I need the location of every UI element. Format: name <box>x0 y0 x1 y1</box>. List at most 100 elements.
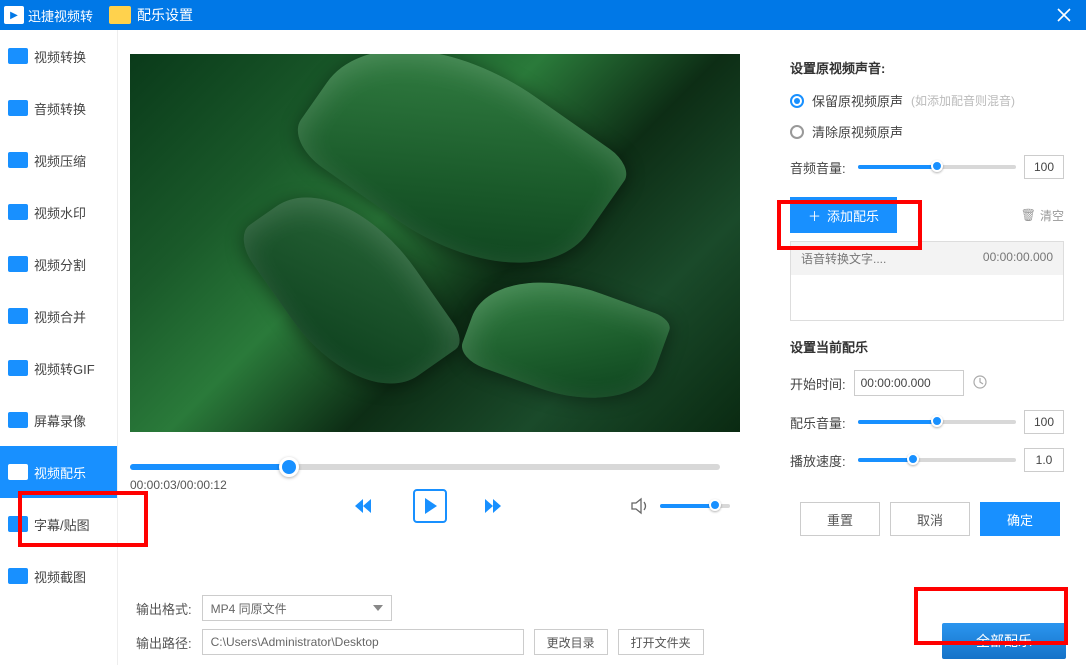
video-preview[interactable] <box>130 54 740 432</box>
sidebar-item-label: 视频合并 <box>34 307 86 326</box>
next-button[interactable] <box>483 497 507 515</box>
sidebar-item-label: 视频截图 <box>34 567 86 586</box>
sidebar-item-video-compress[interactable]: 视频压缩 <box>0 134 117 186</box>
sidebar-item-screenshot[interactable]: 视频截图 <box>0 550 117 602</box>
radio-clear-label: 清除原视频原声 <box>812 122 903 141</box>
output-path-label: 输出路径: <box>136 633 192 652</box>
play-speed-slider[interactable] <box>858 458 1016 462</box>
music-volume-label: 配乐音量: <box>790 413 850 432</box>
record-icon <box>8 412 28 428</box>
sidebar-item-watermark[interactable]: 视频水印 <box>0 186 117 238</box>
sidebar-item-label: 视频压缩 <box>34 151 86 170</box>
change-dir-button[interactable]: 更改目录 <box>534 629 608 655</box>
sidebar-item-label: 音频转换 <box>34 99 86 118</box>
music-icon <box>8 464 28 480</box>
volume-thumb[interactable] <box>709 499 721 511</box>
merge-icon <box>8 308 28 324</box>
sidebar-item-label: 屏幕录像 <box>34 411 86 430</box>
sidebar-item-audio-convert[interactable]: 音频转换 <box>0 82 117 134</box>
sidebar-item-label: 视频转GIF <box>34 359 95 378</box>
output-path-value: C:\Users\Administrator\Desktop <box>211 635 379 649</box>
subtitle-icon <box>8 516 28 532</box>
sidebar-item-record[interactable]: 屏幕录像 <box>0 394 117 446</box>
radio-clear-audio[interactable]: 清除原视频原声 <box>790 122 1064 141</box>
radio-keep-audio[interactable]: 保留原视频原声 (如添加配音则混音) <box>790 91 1064 110</box>
dialog-icon <box>109 6 131 24</box>
dialog-title: 配乐设置 <box>137 5 193 25</box>
app-name: 迅捷视频转 <box>28 6 93 25</box>
music-volume-value[interactable]: 100 <box>1024 410 1064 434</box>
section-current-music: 设置当前配乐 <box>790 337 1064 356</box>
list-item[interactable]: 语音转换文字.... 00:00:00.000 <box>791 242 1063 275</box>
next-icon <box>483 497 507 515</box>
audio-volume-slider[interactable] <box>858 165 1016 169</box>
sidebar-item-label: 视频分割 <box>34 255 86 274</box>
history-icon <box>972 374 988 390</box>
output-format-select[interactable]: MP4 同原文件 <box>202 595 392 621</box>
list-item-time: 00:00:00.000 <box>983 250 1053 267</box>
sidebar-item-subtitle[interactable]: 字幕/贴图 <box>0 498 117 550</box>
audio-icon <box>8 100 28 116</box>
sidebar-item-label: 视频水印 <box>34 203 86 222</box>
speaker-icon <box>630 497 650 515</box>
section-original-audio: 设置原视频声音: <box>790 58 1064 77</box>
sidebar-item-music[interactable]: 视频配乐 <box>0 446 117 498</box>
sidebar-item-video-convert[interactable]: 视频转换 <box>0 30 117 82</box>
play-icon <box>423 498 437 514</box>
chevron-down-icon <box>373 605 383 611</box>
mute-button[interactable] <box>630 497 650 515</box>
add-music-label: 添加配乐 <box>827 206 879 225</box>
sidebar-item-split[interactable]: 视频分割 <box>0 238 117 290</box>
split-icon <box>8 256 28 272</box>
open-dir-button[interactable]: 打开文件夹 <box>618 629 704 655</box>
audio-volume-label: 音频音量: <box>790 158 850 177</box>
prev-button[interactable] <box>353 497 377 515</box>
close-button[interactable] <box>1042 0 1086 30</box>
settings-panel: 设置原视频声音: 保留原视频原声 (如添加配音则混音) 清除原视频原声 音频音量… <box>782 30 1086 665</box>
output-format-label: 输出格式: <box>136 599 192 618</box>
progress-slider[interactable] <box>130 464 720 470</box>
slider-thumb[interactable] <box>907 453 919 465</box>
reset-button[interactable]: 重置 <box>800 502 880 536</box>
play-button[interactable] <box>413 489 447 523</box>
sidebar-item-gif[interactable]: 视频转GIF <box>0 342 117 394</box>
app-icon: ▶ <box>4 6 24 24</box>
radio-keep-hint: (如添加配音则混音) <box>911 92 1015 109</box>
start-time-input[interactable]: 00:00:00.000 <box>854 370 964 396</box>
clear-list-button[interactable]: 🗑 清空 <box>1021 207 1064 224</box>
confirm-button[interactable]: 确定 <box>980 502 1060 536</box>
radio-keep-label: 保留原视频原声 <box>812 91 903 110</box>
gif-icon <box>8 360 28 376</box>
add-music-button[interactable]: ＋ 添加配乐 <box>790 197 897 233</box>
sidebar-item-label: 字幕/贴图 <box>34 515 90 534</box>
slider-thumb[interactable] <box>931 160 943 172</box>
reset-time-button[interactable] <box>972 374 988 393</box>
prev-icon <box>353 497 377 515</box>
play-speed-label: 播放速度: <box>790 451 850 470</box>
sidebar-item-label: 视频转换 <box>34 47 86 66</box>
cancel-button[interactable]: 取消 <box>890 502 970 536</box>
apply-all-button[interactable]: 全部配乐 <box>942 623 1066 659</box>
progress-thumb[interactable] <box>279 457 299 477</box>
player-volume-slider[interactable] <box>660 504 730 508</box>
output-format-value: MP4 同原文件 <box>211 600 287 617</box>
dialog-title-group: 配乐设置 <box>109 5 193 25</box>
sidebar: 视频转换 音频转换 视频压缩 视频水印 视频分割 视频合并 视频转GIF 屏幕录… <box>0 30 118 665</box>
play-speed-value[interactable]: 1.0 <box>1024 448 1064 472</box>
sidebar-item-label: 视频配乐 <box>34 463 86 482</box>
output-path-field[interactable]: C:\Users\Administrator\Desktop <box>202 629 524 655</box>
music-list: 语音转换文字.... 00:00:00.000 <box>790 241 1064 321</box>
screenshot-icon <box>8 568 28 584</box>
music-volume-slider[interactable] <box>858 420 1016 424</box>
radio-icon <box>790 125 804 139</box>
watermark-icon <box>8 204 28 220</box>
sidebar-item-merge[interactable]: 视频合并 <box>0 290 117 342</box>
output-settings: 输出格式: MP4 同原文件 输出路径: C:\Users\Administra… <box>136 591 782 659</box>
slider-thumb[interactable] <box>931 415 943 427</box>
plus-icon: ＋ <box>808 206 821 225</box>
title-bar: ▶ 迅捷视频转 配乐设置 <box>0 0 1086 30</box>
radio-icon <box>790 94 804 108</box>
video-icon <box>8 48 28 64</box>
center-panel: 00:00:03/00:00:12 输出格式: MP4 同原文件 输 <box>118 30 782 665</box>
audio-volume-value[interactable]: 100 <box>1024 155 1064 179</box>
